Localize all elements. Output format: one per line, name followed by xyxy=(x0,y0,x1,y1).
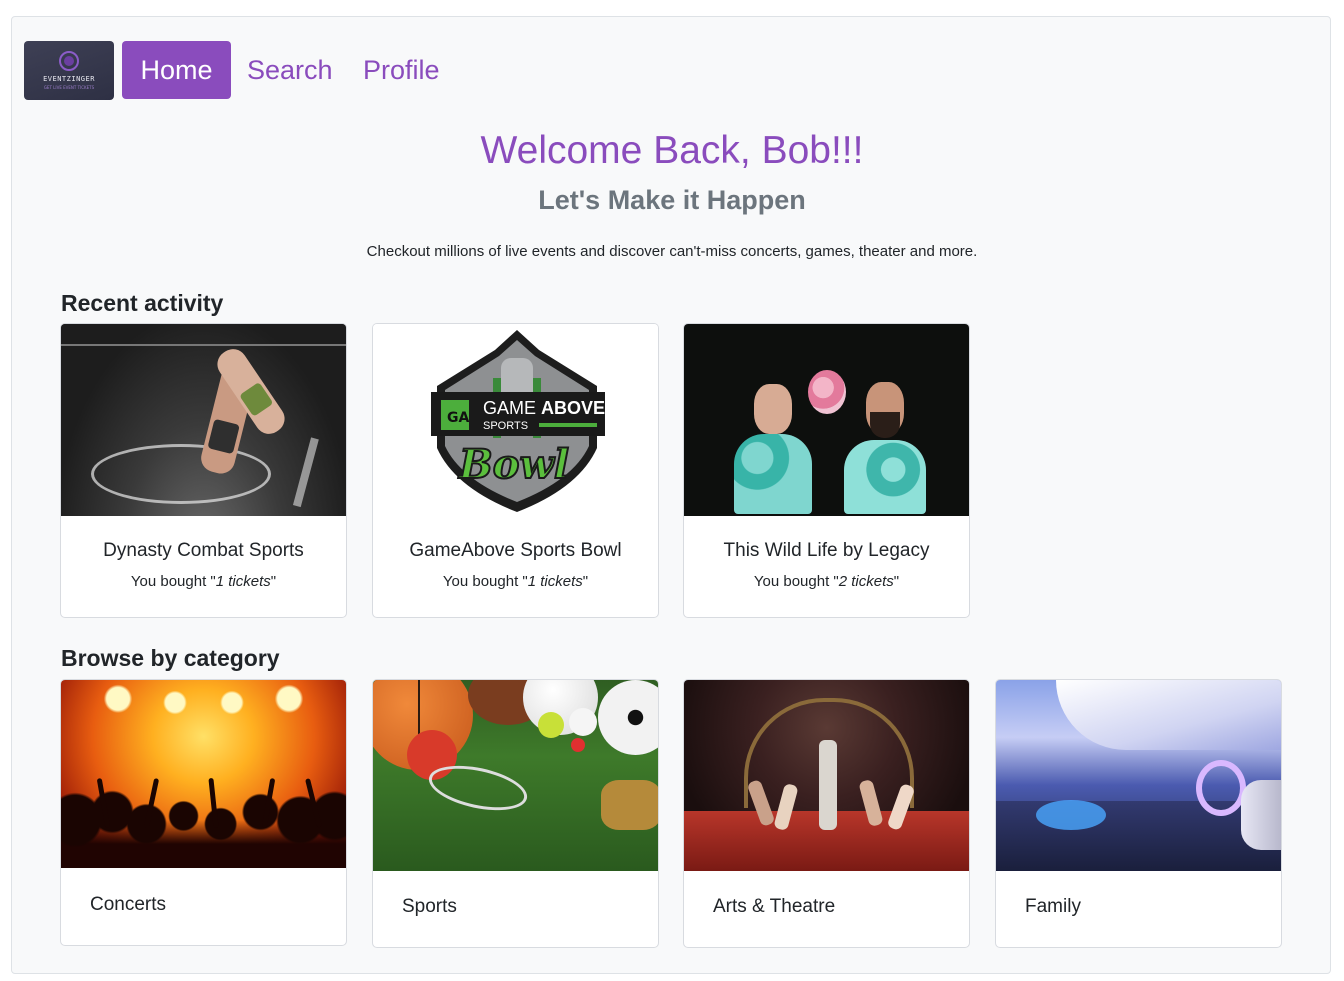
welcome-heading: Welcome Back, Bob!!! xyxy=(480,129,864,172)
family-venue-image xyxy=(996,680,1281,871)
svg-text:GA: GA xyxy=(447,410,469,426)
category-card-title: Family xyxy=(1025,896,1081,917)
category-card-family[interactable]: Family xyxy=(995,679,1282,948)
svg-text:Bowl: Bowl xyxy=(458,441,569,488)
category-card-title: Arts & Theatre xyxy=(713,896,836,917)
lead-text: Checkout millions of live events and dis… xyxy=(366,243,978,260)
concert-crowd-image xyxy=(61,680,346,868)
sports-balls-image xyxy=(373,680,658,871)
recent-card-tickets: You bought "1 tickets" xyxy=(442,573,589,590)
nav-profile-link[interactable]: Profile xyxy=(363,41,440,99)
recent-card-tickets: You bought "1 tickets" xyxy=(130,573,277,590)
recent-card-title: This Wild Life by Legacy xyxy=(723,540,930,561)
nav-search-link[interactable]: Search xyxy=(247,41,333,99)
logo-subtitle: GET LIVE EVENT TICKETS xyxy=(43,85,95,90)
recent-card-thiswildlife[interactable]: This Wild Life by Legacy You bought "2 t… xyxy=(683,323,970,618)
category-card-sports[interactable]: Sports xyxy=(372,679,659,948)
svg-text:GAME: GAME xyxy=(483,398,536,418)
gameabove-bowl-logo-image: GA GAME ABOVE SPORTS Bowl xyxy=(373,324,658,516)
logo-mark-icon xyxy=(59,51,79,71)
recent-card-dynasty[interactable]: Dynasty Combat Sports You bought "1 tick… xyxy=(60,323,347,618)
theatre-stage-image xyxy=(684,680,969,871)
gameabove-shield-icon: GA GAME ABOVE SPORTS Bowl xyxy=(431,330,605,512)
category-card-title: Concerts xyxy=(90,894,167,915)
nav-home-link[interactable]: Home xyxy=(122,41,231,99)
category-card-concerts[interactable]: Concerts xyxy=(60,679,347,946)
tagline-heading: Let's Make it Happen xyxy=(538,185,806,215)
band-photo-image xyxy=(684,324,969,516)
recent-card-title: Dynasty Combat Sports xyxy=(103,540,304,561)
category-card-title: Sports xyxy=(402,896,457,917)
recent-card-tickets: You bought "2 tickets" xyxy=(753,573,900,590)
recent-activity-title: Recent activity xyxy=(61,290,224,316)
mma-fight-image xyxy=(61,324,346,521)
category-card-arts-theatre[interactable]: Arts & Theatre xyxy=(683,679,970,948)
recent-card-title: GameAbove Sports Bowl xyxy=(409,540,622,561)
svg-text:ABOVE: ABOVE xyxy=(541,398,605,418)
browse-category-title: Browse by category xyxy=(61,645,280,671)
svg-text:SPORTS: SPORTS xyxy=(483,420,528,432)
logo-text: EVENTZINGER xyxy=(43,75,95,83)
eventzinger-logo[interactable]: EVENTZINGER GET LIVE EVENT TICKETS xyxy=(24,41,114,100)
recent-card-gameabove[interactable]: GA GAME ABOVE SPORTS Bowl GameAbove Spor… xyxy=(372,323,659,618)
